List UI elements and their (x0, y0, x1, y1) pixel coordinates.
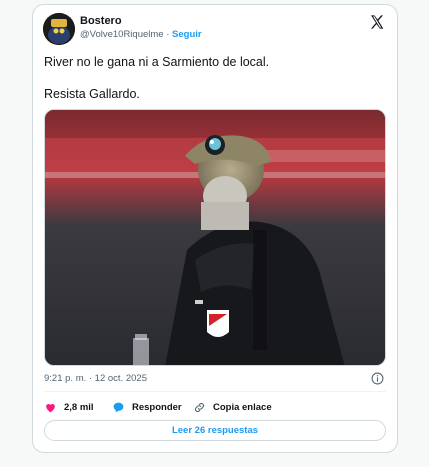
separator: · (166, 29, 170, 40)
author-name[interactable]: Bostero (80, 15, 122, 28)
author-handle[interactable]: @Volve10Riquelme (80, 29, 164, 40)
tweet-card[interactable]: Bostero @Volve10Riquelme · Seguir River … (32, 4, 398, 453)
tweet-text-line-1: River no le gana ni a Sarmiento de local… (44, 55, 270, 69)
like-count: 2,8 mil (64, 402, 94, 413)
info-icon[interactable] (371, 372, 384, 385)
copy-link-label: Copia enlace (213, 402, 272, 413)
tweet-media-image[interactable] (44, 109, 386, 366)
link-icon (194, 402, 205, 413)
follow-button[interactable]: Seguir (172, 29, 202, 40)
x-logo-icon[interactable] (369, 14, 385, 30)
copy-link-button[interactable]: Copia enlace (193, 401, 272, 414)
reply-bubble-icon (113, 402, 124, 413)
read-replies-button[interactable]: Leer 26 respuestas (44, 420, 386, 441)
avatar[interactable] (43, 13, 75, 45)
tweet-text-line-2: Resista Gallardo. (44, 87, 140, 101)
divider (44, 391, 386, 392)
reply-label: Responder (132, 402, 182, 413)
handle-row: @Volve10Riquelme · Seguir (80, 29, 202, 41)
timestamp[interactable]: 9:21 p. m. · 12 oct. 2025 (44, 373, 147, 385)
reply-button[interactable]: Responder (112, 401, 182, 414)
like-button[interactable]: 2,8 mil (44, 401, 94, 414)
heart-icon (46, 403, 55, 413)
